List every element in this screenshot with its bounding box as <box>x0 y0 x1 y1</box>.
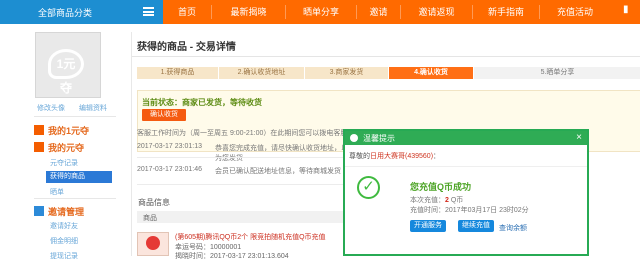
step-confirm-receipt: 4.确认收货 <box>389 67 473 79</box>
check-balance-link[interactable]: 查询余额 <box>499 223 527 233</box>
sidebar: 1元夺 修改头像 编辑资料 我的1元夺 我的元夺 元夺记录 获得的商品 晒单 邀… <box>28 32 122 260</box>
dialog-header: 温馨提示 × <box>345 131 587 145</box>
log-time: 2017-03-17 23:01:46 <box>137 166 202 173</box>
avatar[interactable]: 1元夺 <box>35 32 101 98</box>
title-divider <box>132 56 640 57</box>
continue-recharge-button[interactable]: 继续充值 <box>458 220 494 232</box>
category-label: 全部商品分类 <box>38 8 93 18</box>
recharge-success-dialog: 温馨提示 × 尊敬的日用大赛哥(439560)： ✓ 您充值Q币成功 本次充值：… <box>343 129 589 256</box>
sidebar-section-my-duo[interactable]: 我的1元夺 <box>34 124 89 137</box>
step-merchant-ship: 3.商家发货 <box>305 67 388 79</box>
sidebar-section-invite[interactable]: 邀请管理 <box>34 205 84 218</box>
nav-newbie-guide[interactable]: 新手指南 <box>473 0 539 24</box>
sidebar-item-invite-friends[interactable]: 邀请好友 <box>50 221 78 231</box>
success-message: 您充值Q币成功 <box>410 182 472 192</box>
info-icon <box>350 134 358 142</box>
edit-avatar-link[interactable]: 修改头像 <box>37 103 65 113</box>
sidebar-item-share[interactable]: 晒单 <box>50 187 64 197</box>
nav-invite-cashback[interactable]: 邀请返现 <box>401 0 472 24</box>
confirm-receipt-button[interactable]: 确认收货 <box>142 109 186 121</box>
goods-info-title: 商品信息 <box>138 198 170 207</box>
username-link[interactable]: 日用大赛哥(439560) <box>370 153 433 160</box>
step-share: 5.晒单分享 <box>474 67 640 79</box>
success-check-icon: ✓ <box>357 176 380 199</box>
nav-home[interactable]: 首页 <box>163 0 211 24</box>
step-confirm-address: 2.确认收货地址 <box>219 67 304 79</box>
dialog-divider <box>345 166 587 167</box>
sidebar-item-withdraw[interactable]: 提现记录 <box>50 251 78 261</box>
current-status: 当前状态：商家已发货，等待收货 <box>142 98 262 107</box>
goods-table-header: 商品 <box>137 211 344 223</box>
category-menu[interactable]: 全部商品分类 <box>0 0 163 24</box>
log-entry: 2017-03-17 23:01:46 会员已确认配送地址信息，等待商城发货 <box>137 166 341 175</box>
goods-header-label: 商品 <box>143 215 157 222</box>
nav-recharge-activity[interactable]: 充值活动 <box>540 0 610 24</box>
sidebar-item-won-goods[interactable]: 获得的商品 <box>46 171 112 183</box>
log-time: 2017-03-17 23:01:13 <box>137 143 202 150</box>
goods-row[interactable]: (第605期)腾讯QQ币2个 限竞拍随机充值Q币充值 幸运号码：10000001… <box>137 224 345 260</box>
nav-invite[interactable]: 邀请 <box>357 0 400 24</box>
more-icon[interactable]: ▮ <box>623 4 629 15</box>
log-entry: 2017-03-17 23:01:13 恭喜您完成充值，请尽快确认收货地址，以便… <box>137 143 369 162</box>
reveal-time: 揭晓时间：2017-03-17 23:01:13.604 <box>175 253 289 260</box>
dialog-message: 尊敬的日用大赛哥(439560)： <box>349 153 441 160</box>
dialog-title: 温馨提示 <box>363 134 395 143</box>
sidebar-item-records[interactable]: 元夺记录 <box>50 158 78 168</box>
sidebar-divider <box>34 116 116 117</box>
nav-latest[interactable]: 最新揭晓 <box>212 0 285 24</box>
nav-share[interactable]: 晒单分享 <box>286 0 356 24</box>
sidebar-item-commission[interactable]: 佣金明细 <box>50 236 78 246</box>
goods-image <box>137 232 169 256</box>
invite-icon <box>34 206 44 216</box>
sidebar-divider <box>34 198 116 199</box>
progress-steps: 1.获得商品 2.确认收货地址 3.商家发货 4.确认收货 5.晒单分享 <box>137 67 640 79</box>
brand-logo: 1元夺 <box>48 49 84 95</box>
goods-name[interactable]: (第605期)腾讯QQ币2个 限竞拍随机充值Q币充值 <box>175 232 345 242</box>
open-service-button[interactable]: 开通服务 <box>410 220 446 232</box>
recharge-amount-line: 本次充值：2 Q币 <box>410 197 464 204</box>
sidebar-section-my-yuan-duo[interactable]: 我的元夺 <box>34 141 84 154</box>
box-icon <box>34 142 44 152</box>
close-icon[interactable]: × <box>576 132 582 143</box>
user-icon <box>34 125 44 135</box>
step-get-goods: 1.获得商品 <box>137 67 218 79</box>
menu-icon <box>143 7 154 16</box>
recharge-time: 充值时间：2017年03月17日 23时02分 <box>410 207 529 214</box>
edit-profile-link[interactable]: 编辑资料 <box>79 103 107 113</box>
page-title: 获得的商品 - 交易详情 <box>137 42 236 53</box>
